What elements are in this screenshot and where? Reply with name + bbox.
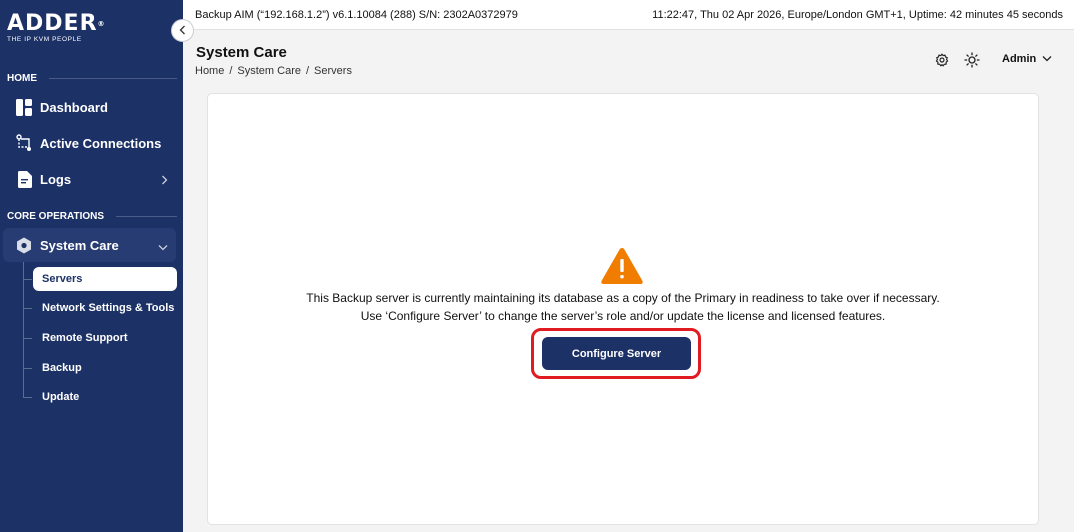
sidebar-subitem-label: Network Settings & Tools (42, 302, 175, 314)
sidebar-collapse-button[interactable] (171, 19, 194, 42)
breadcrumb-servers: Servers (314, 65, 352, 77)
tree-line (23, 262, 24, 398)
page-title: System Care (196, 44, 287, 61)
dashboard-icon (16, 98, 32, 116)
sidebar-item-dashboard[interactable]: Dashboard (3, 90, 176, 124)
sidebar-subitem-remote-support[interactable]: Remote Support (23, 326, 177, 350)
connections-icon (16, 134, 32, 152)
theme-sun-icon[interactable] (964, 52, 980, 68)
sidebar-subitem-label: Remote Support (42, 332, 128, 344)
warning-icon (601, 248, 643, 284)
sidebar-subitem-backup[interactable]: Backup (23, 356, 177, 380)
sidebar-subitem-servers[interactable]: Servers (23, 267, 177, 291)
system-care-icon (16, 236, 32, 254)
breadcrumb-separator: / (229, 65, 233, 77)
sidebar-item-label: System Care (40, 237, 119, 253)
section-core-operations: CORE OPERATIONS (7, 211, 177, 222)
breadcrumb: Home / System Care / Servers (195, 65, 352, 77)
sidebar-item-label: Active Connections (40, 135, 162, 151)
chevron-right-icon (161, 173, 168, 188)
user-name: Admin (1002, 53, 1037, 65)
section-home: HOME (7, 73, 177, 84)
logo-name: ADDER (7, 11, 98, 36)
breadcrumb-system-care[interactable]: System Care (237, 65, 301, 77)
logs-icon (16, 170, 32, 188)
user-menu[interactable]: Admin (1002, 53, 1052, 65)
logo-tagline: THE IP KVM PEOPLE (7, 36, 82, 43)
server-info: Backup AIM (“192.168.1.2”) v6.1.10084 (2… (195, 9, 518, 21)
sidebar-item-system-care[interactable]: System Care (3, 228, 176, 262)
sidebar-item-logs[interactable]: Logs (3, 162, 176, 196)
backup-status-message: This Backup server is currently maintain… (306, 291, 940, 305)
logo-trademark: ® (97, 20, 106, 28)
settings-gear-icon[interactable] (934, 52, 950, 68)
section-core-operations-label: CORE OPERATIONS (7, 211, 105, 222)
sidebar-subitem-update[interactable]: Update (23, 385, 177, 409)
section-divider (49, 78, 177, 79)
sidebar-item-active-connections[interactable]: Active Connections (3, 126, 176, 160)
sidebar: ADDER® THE IP KVM PEOPLE HOME Dashboard … (0, 0, 183, 532)
section-divider (116, 216, 177, 217)
chevron-left-icon (179, 22, 187, 40)
clock-uptime: 11:22:47, Thu 02 Apr 2026, Europe/London… (652, 9, 1063, 21)
section-home-label: HOME (7, 73, 37, 84)
breadcrumb-home[interactable]: Home (195, 65, 224, 77)
adder-logo[interactable]: ADDER® THE IP KVM PEOPLE (7, 11, 106, 44)
sidebar-subitem-label: Backup (42, 362, 82, 374)
sidebar-subitem-network-settings[interactable]: Network Settings & Tools (23, 296, 177, 320)
configure-hint-message: Use ‘Configure Server’ to change the ser… (360, 309, 886, 323)
sidebar-subitem-label: Update (42, 391, 80, 403)
status-bar: Backup AIM (“192.168.1.2”) v6.1.10084 (2… (183, 0, 1074, 30)
chevron-down-icon (1042, 53, 1052, 65)
sidebar-item-label: Logs (40, 171, 72, 187)
sidebar-subitem-label: Servers (42, 273, 83, 285)
sidebar-item-label: Dashboard (40, 99, 108, 115)
chevron-down-icon (158, 239, 168, 254)
breadcrumb-separator: / (305, 65, 310, 77)
configure-server-button[interactable]: Configure Server (542, 337, 691, 370)
